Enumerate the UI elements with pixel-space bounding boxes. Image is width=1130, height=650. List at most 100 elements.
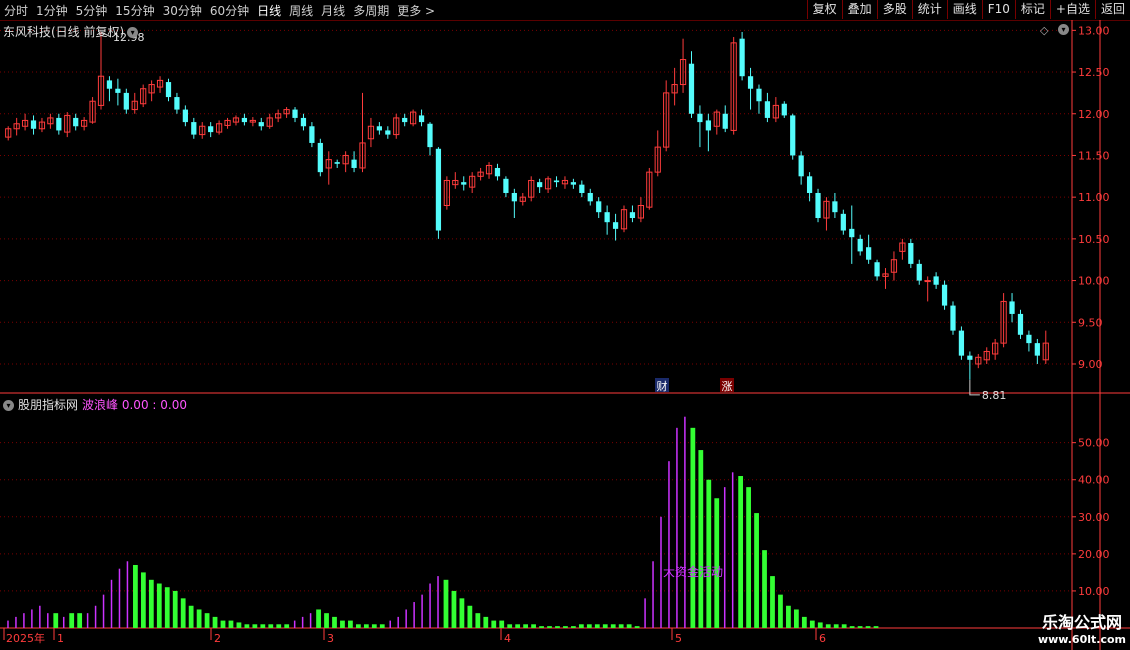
candle-body-down (916, 263, 922, 281)
candle-body-down (604, 212, 610, 223)
indicator-bar (660, 516, 662, 628)
candle-body-down (191, 122, 197, 135)
indicator-bar (754, 513, 759, 628)
candle-body-down (351, 159, 357, 168)
candle-body-down (874, 262, 880, 277)
time-label: 1 (57, 632, 64, 645)
kline-chart[interactable]: 13.00 12.50 12.00 11.50 11.00 10.50 10.00 9.50 9… (0, 0, 1130, 650)
indicator-bar (586, 624, 592, 628)
indicator-bar (714, 498, 720, 628)
candle-body-down (579, 184, 585, 193)
indicator-bar (857, 626, 863, 628)
indicator-bar (668, 461, 670, 628)
candle-body-down (840, 213, 846, 231)
indicator-bar (731, 472, 734, 628)
indicator-bar (276, 624, 282, 628)
indicator-bar (389, 620, 391, 628)
candle-body-down (435, 148, 442, 231)
price-tick-label: 11.50 (1078, 149, 1110, 162)
indicator-bar (252, 624, 258, 628)
indicator-bar (698, 450, 704, 628)
candle-body-down (756, 88, 762, 102)
indicator-bar (778, 594, 783, 628)
indicator-bar (762, 550, 767, 628)
indicator-bar (301, 616, 304, 628)
candle-body-down (309, 126, 315, 143)
limitup-marker: 涨 (722, 380, 733, 393)
ind-tick-label: 50.00 (1078, 437, 1110, 450)
candle-body-down (182, 109, 188, 123)
price-tick-label: 11.00 (1078, 191, 1110, 204)
candle-body-down (815, 192, 821, 219)
indicator-bar (236, 622, 242, 628)
indicator-bar (563, 626, 568, 628)
indicator-bar (507, 624, 513, 628)
indicator-bar (690, 427, 696, 628)
indicator-bar (156, 583, 162, 628)
indicator-bar (531, 624, 536, 628)
indicator-bar (77, 613, 83, 628)
indicator-bar (809, 620, 815, 628)
candle-body-down (1009, 301, 1015, 314)
indicator-bar (316, 609, 321, 628)
indicator-bar (817, 622, 823, 628)
candle-body-down (30, 120, 37, 129)
indicator-bar (459, 598, 465, 628)
indicator-bar (594, 624, 600, 628)
indicator-bar (849, 626, 855, 628)
candle-body-down (857, 238, 863, 252)
candle-body-down (208, 126, 214, 133)
price-tick-label: 12.00 (1078, 108, 1110, 121)
indicator-bar (571, 626, 576, 628)
indicator-bar (86, 613, 89, 628)
indicator-bar (371, 624, 377, 628)
indicator-bar (260, 624, 266, 628)
candle-body-down (596, 201, 602, 213)
time-label: 5 (675, 632, 682, 645)
indicator-bar (23, 613, 25, 628)
indicator-bar (228, 620, 234, 628)
candle-body-down (697, 113, 703, 123)
stock-title: 东风科技(日线 前复权) ▾ (3, 23, 139, 40)
candle-body-down (258, 122, 264, 127)
price-tick-label: 13.00 (1078, 24, 1110, 37)
indicator-bar (451, 590, 457, 628)
indicator-bar (547, 626, 552, 628)
candle-body-down (958, 330, 965, 356)
indicator-bar (348, 620, 353, 628)
candle-body-down (402, 117, 408, 123)
indicator-menu-icon[interactable]: ▾ (3, 400, 14, 411)
indicator-bar (539, 626, 544, 628)
candle-body-down (1026, 334, 1032, 344)
dropdown-icon[interactable]: ▾ (127, 27, 139, 38)
diamond-icon[interactable]: ◇ (1040, 24, 1048, 37)
candle-body-down (941, 284, 948, 306)
indicator-bar (363, 624, 369, 628)
indicator-bar (602, 624, 608, 628)
indicator-bar (483, 616, 489, 628)
candle-body-down (317, 142, 323, 173)
candle-body-down (174, 97, 180, 110)
candle-body-down (688, 63, 695, 114)
candle-body-down (739, 38, 745, 77)
time-label: 6 (819, 632, 826, 645)
indicator-bar (833, 624, 839, 628)
indicator-bar (515, 624, 521, 628)
ind-tick-label: 30.00 (1078, 511, 1110, 524)
candle-body-down (747, 76, 754, 89)
ind-tick-label: 10.00 (1078, 585, 1110, 598)
indicator-bar (379, 624, 385, 628)
indicator-bar (467, 605, 473, 628)
candle-body-down (537, 182, 543, 188)
candle-body-down (553, 180, 560, 183)
stock-name: 东风科技(日线 前复权) (3, 25, 125, 39)
indicator-bar (873, 626, 879, 628)
candle-body-down (427, 123, 433, 148)
indicator-bar (31, 609, 33, 628)
candle-body-down (781, 103, 787, 116)
candle-body-down (334, 162, 340, 164)
settings-icon[interactable]: ▾ (1058, 24, 1069, 35)
price-tick-label: 9.50 (1078, 316, 1103, 329)
indicator-bar (324, 613, 329, 628)
indicator-bar (626, 624, 632, 628)
